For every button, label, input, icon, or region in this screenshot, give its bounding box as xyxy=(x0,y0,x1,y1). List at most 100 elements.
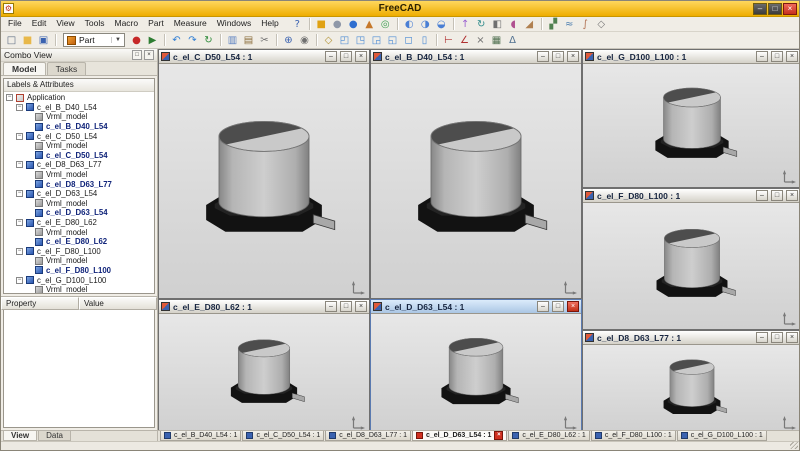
minimize-button[interactable]: – xyxy=(325,301,337,312)
restore-button[interactable]: □ xyxy=(771,190,783,201)
3d-viewport[interactable] xyxy=(159,314,369,430)
close-button[interactable]: × xyxy=(567,51,579,62)
mdi-window-titlebar[interactable]: c_el_G_D100_L100 : 1–□× xyxy=(583,50,799,64)
mdi-window-titlebar[interactable]: c_el_B_D40_L54 : 1–□× xyxy=(371,50,581,64)
float-panel-button[interactable]: □ xyxy=(132,50,142,60)
menu-view[interactable]: View xyxy=(51,17,79,31)
collapse-icon[interactable]: − xyxy=(16,277,23,284)
extrude-icon[interactable]: ↑ xyxy=(458,17,473,31)
window-tab-c-el-d-d63-l54-1[interactable]: c_el_D_D63_L54 : 1× xyxy=(412,431,507,441)
restore-button[interactable]: □ xyxy=(552,301,564,312)
macro-record-icon[interactable]: ● xyxy=(129,33,144,47)
part-cylinder-icon[interactable]: ● xyxy=(330,17,345,31)
tree-item-c-el-e-d80-l62[interactable]: c_el_E_D80_L62 xyxy=(4,237,154,247)
menu-help[interactable]: Help xyxy=(256,17,283,31)
menu-windows[interactable]: Windows xyxy=(212,17,256,31)
mdi-window-titlebar[interactable]: c_el_F_D80_L100 : 1–□× xyxy=(583,189,799,203)
combo-view-header[interactable]: Combo View □ × xyxy=(1,49,157,62)
close-panel-button[interactable]: × xyxy=(144,50,154,60)
boolean-common-icon[interactable]: ◑ xyxy=(418,17,433,31)
tree-item-c-el-c-d50-l54[interactable]: c_el_C_D50_L54 xyxy=(4,151,154,161)
tree-item-c-el-f-d80-l100[interactable]: c_el_F_D80_L100 xyxy=(4,266,154,276)
collapse-icon[interactable]: − xyxy=(6,94,13,101)
tree-item-vrml-model[interactable]: Vrml_model xyxy=(4,112,154,122)
restore-button[interactable]: □ xyxy=(340,301,352,312)
open-document-icon[interactable]: ■ xyxy=(20,33,35,47)
save-document-icon[interactable]: ▣ xyxy=(36,33,51,47)
resize-grip[interactable] xyxy=(790,442,798,449)
minimize-button[interactable]: – xyxy=(756,190,768,201)
redo-icon[interactable]: ↷ xyxy=(185,33,200,47)
window-tab-c-el-f-d80-l100-1[interactable]: c_el_F_D80_L100 : 1 xyxy=(591,431,676,441)
shapebuilder-icon[interactable]: ◇ xyxy=(594,17,609,31)
minimize-button[interactable]: – xyxy=(537,301,549,312)
window-tab-c-el-b-d40-l54-1[interactable]: c_el_B_D40_L54 : 1 xyxy=(160,431,241,441)
close-button[interactable]: × xyxy=(786,51,798,62)
measure-clear-icon[interactable]: × xyxy=(473,33,488,47)
tree-item-vrml-model[interactable]: Vrml_model xyxy=(4,199,154,209)
macro-run-icon[interactable]: ▶ xyxy=(145,33,160,47)
measure-linear-icon[interactable]: ⊢ xyxy=(441,33,456,47)
minimize-button[interactable]: – xyxy=(753,3,767,15)
menu-measure[interactable]: Measure xyxy=(169,17,212,31)
boolean-union-icon[interactable]: ◐ xyxy=(402,17,417,31)
3d-viewport[interactable] xyxy=(583,64,799,187)
mdi-window-titlebar[interactable]: c_el_D8_D63_L77 : 1–□× xyxy=(583,331,799,345)
tree-item-vrml-model[interactable]: Vrml_model xyxy=(4,285,154,293)
minimize-button[interactable]: – xyxy=(756,51,768,62)
view-right-icon[interactable]: ◲ xyxy=(369,33,384,47)
tree-item-vrml-model[interactable]: Vrml_model xyxy=(4,170,154,180)
view-bottom-icon[interactable]: ◻ xyxy=(401,33,416,47)
tree-item-c-el-e-d80-l62[interactable]: −c_el_E_D80_L62 xyxy=(4,218,154,228)
measure-toggle-3d-icon[interactable]: ▦ xyxy=(489,33,504,47)
view-left-icon[interactable]: ▯ xyxy=(417,33,432,47)
measure-angular-icon[interactable]: ∠ xyxy=(457,33,472,47)
tree-item-c-el-d-d63-l54[interactable]: c_el_D_D63_L54 xyxy=(4,208,154,218)
view-isometric-icon[interactable]: ◇ xyxy=(321,33,336,47)
collapse-icon[interactable]: − xyxy=(16,104,23,111)
tab-view[interactable]: View xyxy=(3,431,37,441)
tab-tasks[interactable]: Tasks xyxy=(47,62,87,75)
collapse-icon[interactable]: − xyxy=(16,133,23,140)
close-tab-icon[interactable]: × xyxy=(494,431,503,440)
restore-button[interactable]: □ xyxy=(771,51,783,62)
close-button[interactable]: × xyxy=(786,332,798,343)
tab-model[interactable]: Model xyxy=(3,62,46,75)
measure-toggle-delta-icon[interactable]: Δ xyxy=(505,33,520,47)
menu-edit[interactable]: Edit xyxy=(27,17,52,31)
chamfer-icon[interactable]: ◢ xyxy=(522,17,537,31)
mirror-icon[interactable]: ◧ xyxy=(490,17,505,31)
3d-viewport[interactable] xyxy=(583,203,799,329)
menu-tools[interactable]: Tools xyxy=(80,17,110,31)
maximize-button[interactable]: □ xyxy=(768,3,782,15)
loft-icon[interactable]: ≈ xyxy=(562,17,577,31)
3d-viewport[interactable] xyxy=(583,345,799,430)
tree-item-c-el-b-d40-l54[interactable]: −c_el_B_D40_L54 xyxy=(4,103,154,113)
paste-icon[interactable]: ▤ xyxy=(241,33,256,47)
window-tab-c-el-d8-d63-l77-1[interactable]: c_el_D8_D63_L77 : 1 xyxy=(325,431,411,441)
minimize-button[interactable]: – xyxy=(325,51,337,62)
fit-all-icon[interactable]: ⊕ xyxy=(281,33,296,47)
tree-item-vrml-model[interactable]: Vrml_model xyxy=(4,141,154,151)
tree-body[interactable]: −Application−c_el_B_D40_L54Vrml_modelc_e… xyxy=(4,92,154,293)
close-button[interactable]: × xyxy=(567,301,579,312)
window-titlebar[interactable]: ⚙ FreeCAD – □ × xyxy=(1,1,799,17)
view-top-icon[interactable]: ◳ xyxy=(353,33,368,47)
tree-item-c-el-d-d63-l54[interactable]: −c_el_D_D63_L54 xyxy=(4,189,154,199)
collapse-icon[interactable]: − xyxy=(16,161,23,168)
restore-button[interactable]: □ xyxy=(340,51,352,62)
mdi-window-titlebar[interactable]: c_el_D_D63_L54 : 1–□× xyxy=(371,300,581,314)
minimize-button[interactable]: – xyxy=(537,51,549,62)
tree-item-vrml-model[interactable]: Vrml_model xyxy=(4,227,154,237)
tree-item-c-el-d8-d63-l77[interactable]: c_el_D8_D63_L77 xyxy=(4,179,154,189)
restore-button[interactable]: □ xyxy=(552,51,564,62)
tree-item-c-el-b-d40-l54[interactable]: c_el_B_D40_L54 xyxy=(4,122,154,132)
menu-file[interactable]: File xyxy=(3,17,27,31)
3d-viewport[interactable] xyxy=(371,314,581,430)
tree-item-c-el-d8-d63-l77[interactable]: −c_el_D8_D63_L77 xyxy=(4,160,154,170)
collapse-icon[interactable]: − xyxy=(16,190,23,197)
tree-item-application[interactable]: −Application xyxy=(4,93,154,103)
view-front-icon[interactable]: ◰ xyxy=(337,33,352,47)
part-box-icon[interactable]: ■ xyxy=(314,17,329,31)
3d-viewport[interactable] xyxy=(159,64,369,298)
